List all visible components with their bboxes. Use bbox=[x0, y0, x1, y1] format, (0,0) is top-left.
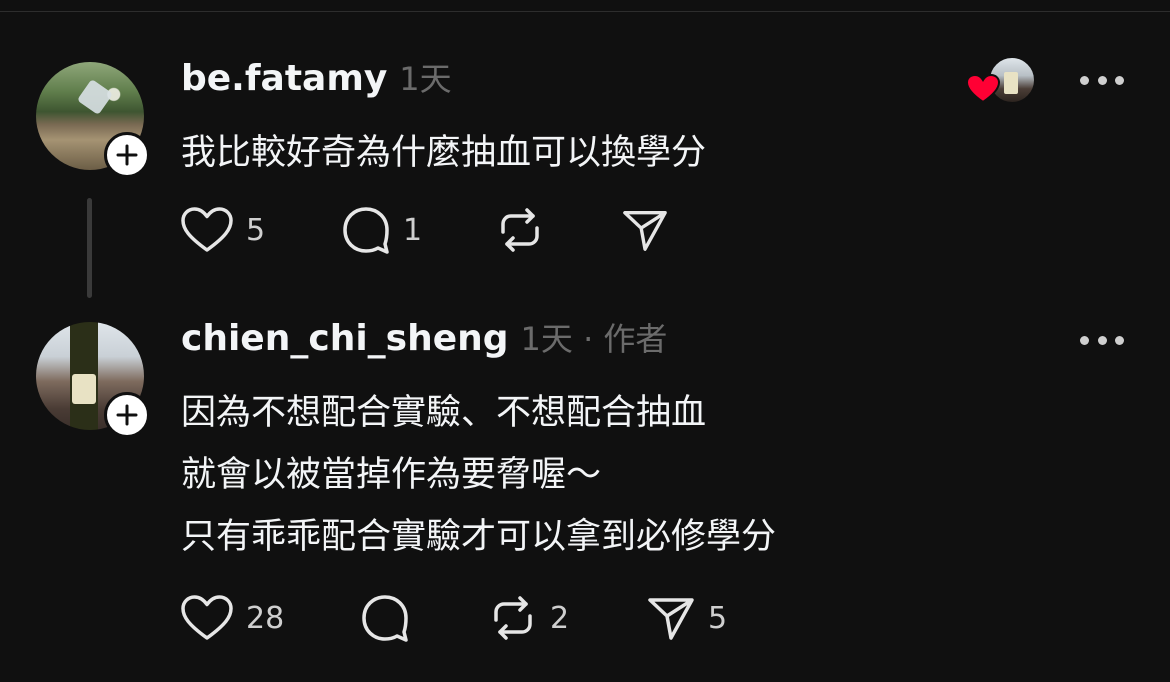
post-header: chien_chi_sheng 1天 · 作者 bbox=[181, 314, 667, 364]
like-button[interactable]: 28 bbox=[180, 592, 360, 644]
repost-button[interactable]: 2 bbox=[488, 592, 646, 644]
repost-count: 2 bbox=[550, 600, 570, 636]
repost-icon bbox=[494, 596, 532, 640]
send-icon bbox=[648, 598, 694, 640]
more-dots-icon bbox=[1080, 335, 1089, 345]
reply-count: 1 bbox=[403, 212, 423, 248]
more-dot bbox=[1097, 335, 1107, 345]
more-options-button[interactable] bbox=[1080, 68, 1124, 92]
more-dot bbox=[1115, 75, 1124, 85]
more-dot bbox=[1097, 75, 1107, 85]
like-count: 5 bbox=[246, 212, 266, 248]
like-count: 28 bbox=[246, 600, 285, 636]
avatar-container[interactable] bbox=[36, 62, 150, 178]
follow-button[interactable] bbox=[104, 132, 150, 178]
repost-button[interactable] bbox=[495, 204, 621, 256]
post-body: 因為不想配合實驗、不想配合抽血 就會以被當掉作為要脅喔～ 只有乖乖配合實驗才可以… bbox=[181, 382, 776, 568]
like-button[interactable]: 5 bbox=[180, 204, 341, 256]
share-button[interactable]: 5 bbox=[646, 592, 746, 644]
action-bar: 28 2 5 bbox=[180, 592, 746, 644]
heart-icon bbox=[181, 595, 233, 640]
threads-replies-view: be.fatamy 1天 我比較好奇為什麼抽血可以換學分 5 1 chien_c… bbox=[0, 0, 1170, 682]
post-body: 我比較好奇為什麼抽血可以換學分 bbox=[181, 122, 706, 184]
action-bar: 5 1 bbox=[180, 204, 681, 256]
share-count: 5 bbox=[708, 600, 728, 636]
avatar-container[interactable] bbox=[36, 322, 150, 438]
more-dot bbox=[1115, 335, 1124, 345]
heart-filled-icon bbox=[966, 74, 1000, 104]
comment-icon bbox=[343, 207, 389, 254]
liked-by-author bbox=[966, 54, 1040, 108]
heart-icon bbox=[181, 207, 233, 252]
top-divider bbox=[0, 11, 1170, 12]
send-icon bbox=[623, 211, 667, 251]
plus-icon bbox=[116, 144, 138, 166]
more-options-button[interactable] bbox=[1080, 328, 1124, 352]
comment-icon bbox=[362, 595, 408, 642]
post-text-line: 只有乖乖配合實驗才可以拿到必修學分 bbox=[181, 517, 777, 557]
more-dots-icon bbox=[1080, 75, 1089, 85]
share-button[interactable] bbox=[621, 204, 681, 256]
post-text-line: 因為不想配合實驗、不想配合抽血 bbox=[181, 393, 707, 433]
username[interactable]: be.fatamy bbox=[181, 58, 387, 99]
username[interactable]: chien_chi_sheng bbox=[181, 318, 509, 359]
post-header: be.fatamy 1天 bbox=[181, 54, 452, 104]
repost-icon bbox=[501, 208, 539, 252]
post-time: 1天 bbox=[399, 60, 452, 98]
reply-button[interactable]: 1 bbox=[341, 204, 495, 256]
post-text-line: 我比較好奇為什麼抽血可以換學分 bbox=[181, 133, 707, 173]
follow-button[interactable] bbox=[104, 392, 150, 438]
post-time: 1天 · 作者 bbox=[520, 320, 668, 358]
reply-button[interactable] bbox=[360, 592, 488, 644]
plus-icon bbox=[116, 404, 138, 426]
post-text-line: 就會以被當掉作為要脅喔～ bbox=[181, 455, 602, 495]
thread-connector-line bbox=[87, 198, 92, 298]
